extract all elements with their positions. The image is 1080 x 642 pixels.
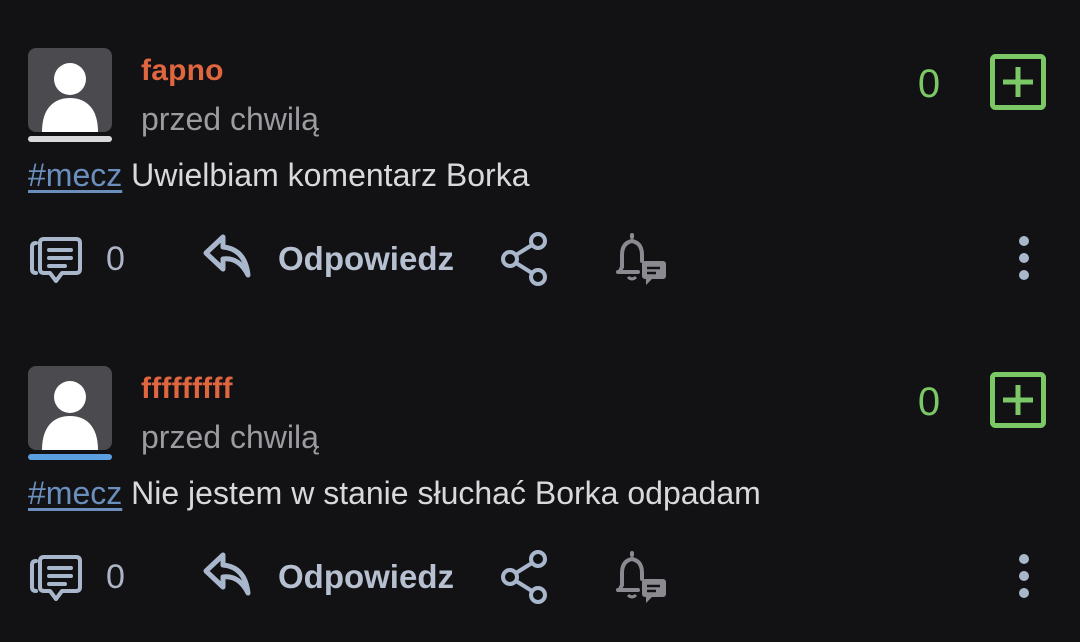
bell-message-icon[interactable]: [614, 231, 668, 287]
comment-count: 0: [106, 240, 125, 278]
post-body: #mecz Nie jestem w stanie słuchać Borka …: [28, 475, 761, 512]
vote-score: 0: [917, 62, 941, 106]
post-text: Nie jestem w stanie słuchać Borka odpada…: [122, 475, 761, 511]
share-icon[interactable]: [499, 231, 551, 287]
avatar[interactable]: [28, 366, 112, 450]
reply-icon[interactable]: [203, 549, 253, 605]
hashtag-link[interactable]: #mecz: [28, 157, 122, 193]
post-text: Uwielbiam komentarz Borka: [122, 157, 530, 193]
reply-button[interactable]: Odpowiedz: [278, 240, 454, 278]
hashtag-link[interactable]: #mecz: [28, 475, 122, 511]
username[interactable]: fapno: [141, 54, 224, 88]
user-avatar-icon: [42, 63, 98, 132]
post-timestamp: przed chwilą: [141, 419, 319, 455]
avatar-status-bar: [28, 454, 112, 460]
comments-icon[interactable]: [28, 549, 84, 605]
avatar[interactable]: [28, 48, 112, 132]
reply-icon[interactable]: [203, 231, 253, 287]
comment-count: 0: [106, 558, 125, 596]
share-icon[interactable]: [499, 549, 551, 605]
comments-icon[interactable]: [28, 231, 84, 287]
user-avatar-icon: [42, 381, 98, 450]
reply-button[interactable]: Odpowiedz: [278, 558, 454, 596]
bell-message-icon[interactable]: [614, 549, 668, 605]
username[interactable]: fffffffff: [141, 372, 233, 406]
plus-vote-icon[interactable]: [990, 372, 1046, 428]
post-timestamp: przed chwilą: [141, 101, 319, 137]
more-vertical-icon[interactable]: [1004, 231, 1044, 287]
post-card: fapno przed chwilą 0 #mecz Uwielbiam kom…: [0, 0, 1080, 300]
post-card: fffffffff przed chwilą 0 #mecz Nie jeste…: [0, 318, 1080, 618]
more-vertical-icon[interactable]: [1004, 549, 1044, 605]
vote-score: 0: [917, 380, 941, 424]
post-body: #mecz Uwielbiam komentarz Borka: [28, 157, 530, 194]
plus-vote-icon[interactable]: [990, 54, 1046, 110]
avatar-status-bar: [28, 136, 112, 142]
